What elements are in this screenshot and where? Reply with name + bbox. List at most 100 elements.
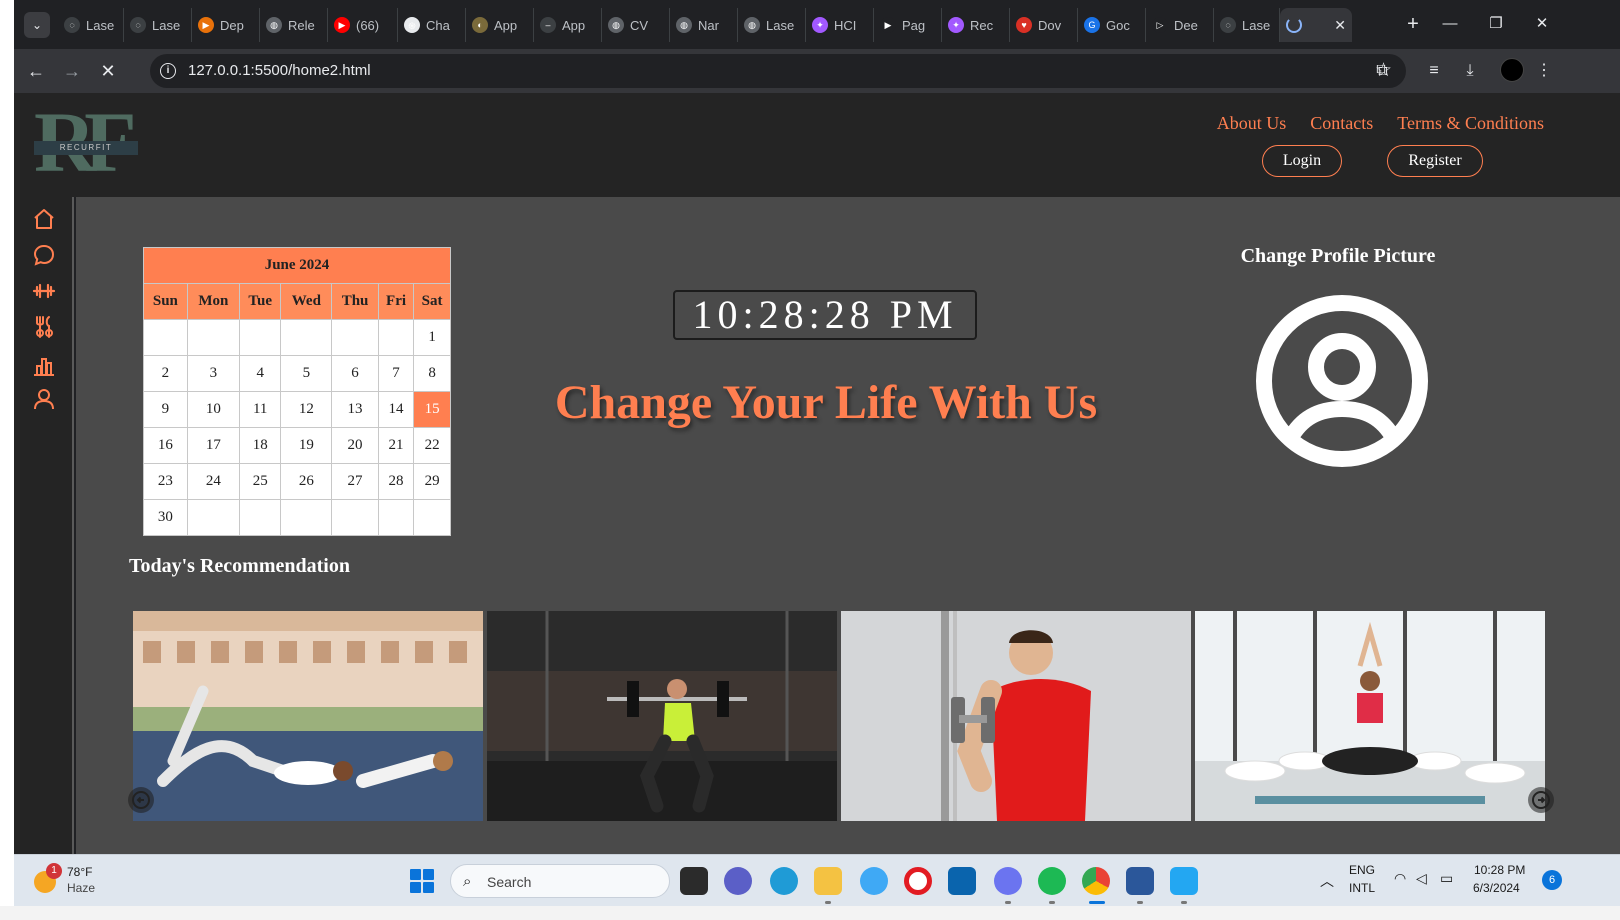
edge-icon[interactable]: [770, 867, 798, 895]
browser-tab[interactable]: ▶ Pag: [874, 8, 942, 42]
stop-loading-icon[interactable]: ✕: [94, 57, 122, 85]
extensions-icon[interactable]: ⧉: [1370, 59, 1394, 83]
carousel-next-button[interactable]: [1528, 787, 1554, 813]
calendar-day-cell[interactable]: 4: [238, 355, 282, 392]
vscode-icon[interactable]: [1170, 867, 1198, 895]
dumbbell-icon[interactable]: [32, 279, 56, 303]
weather-widget[interactable]: 1 78°F Haze: [34, 863, 114, 899]
bar-chart-icon[interactable]: [32, 353, 56, 377]
calendar-day-cell[interactable]: 26: [280, 463, 333, 500]
volume-icon[interactable]: ◁: [1416, 870, 1427, 887]
nav-about-us[interactable]: About Us: [1217, 113, 1287, 134]
profile-picture-avatar-icon[interactable]: [1254, 293, 1430, 469]
carousel-prev-button[interactable]: [128, 787, 154, 813]
site-info-icon[interactable]: i: [160, 63, 176, 79]
calendar-day-cell[interactable]: 18: [238, 427, 282, 464]
battery-icon[interactable]: ▭: [1440, 870, 1453, 887]
calendar-day-cell[interactable]: 17: [186, 427, 240, 464]
opera-icon[interactable]: [904, 867, 932, 895]
calendar-day-cell[interactable]: 12: [280, 391, 333, 428]
calendar-day-cell[interactable]: 25: [238, 463, 282, 500]
calendar-day-cell[interactable]: 7: [377, 355, 415, 392]
browser-tab[interactable]: ◍ Lase: [738, 8, 806, 42]
calendar-day-cell[interactable]: 29: [413, 463, 451, 500]
browser-tab[interactable]: ◍ CV: [602, 8, 670, 42]
close-window-button[interactable]: ✕: [1522, 10, 1562, 38]
taskbar-search[interactable]: ⌕ Search: [450, 864, 670, 898]
home-icon[interactable]: [32, 207, 56, 231]
calendar-day-cell[interactable]: 30: [143, 499, 188, 536]
browser-tab[interactable]: ✦ HCI: [806, 8, 874, 42]
calendar-day-cell[interactable]: 6: [331, 355, 379, 392]
browser-tab[interactable]: ◌ Lase: [124, 8, 192, 42]
tray-chevron-icon[interactable]: ︿: [1320, 871, 1334, 891]
calendar-day-cell[interactable]: 2: [143, 355, 188, 392]
word-icon[interactable]: [1126, 867, 1154, 895]
file-explorer-icon[interactable]: [814, 867, 842, 895]
teams-chat-icon[interactable]: [724, 867, 752, 895]
browser-tab[interactable]: ◍ Rele: [260, 8, 328, 42]
rec-card-outdoor-abs[interactable]: [133, 611, 483, 821]
windows-start-icon[interactable]: [410, 869, 434, 893]
back-icon[interactable]: ←: [22, 57, 50, 85]
active-browser-tab[interactable]: ✕: [1280, 8, 1352, 42]
calendar-day-cell[interactable]: 28: [377, 463, 415, 500]
calendar-day-cell[interactable]: 23: [143, 463, 188, 500]
calendar-day-cell[interactable]: 24: [186, 463, 240, 500]
restore-button[interactable]: ❐: [1476, 10, 1516, 38]
download-icon[interactable]: ⤓: [1458, 59, 1482, 83]
register-button[interactable]: Register: [1387, 145, 1483, 177]
rec-card-barbell-squat[interactable]: [487, 611, 837, 821]
fork-knife-icon[interactable]: [32, 315, 56, 339]
taskbar-time[interactable]: 10:28 PM: [1474, 863, 1525, 877]
calendar-day-cell[interactable]: 19: [280, 427, 333, 464]
rec-card-yoga-class[interactable]: [1195, 611, 1545, 821]
browser-tab[interactable]: ◐ App: [466, 8, 534, 42]
recurfit-logo[interactable]: RF RECURFIT: [34, 99, 146, 185]
task-view-icon[interactable]: [680, 867, 708, 895]
wifi-icon[interactable]: ◠: [1394, 870, 1406, 887]
browser-tab[interactable]: ◌ Lase: [58, 8, 124, 42]
earth-app-icon[interactable]: [860, 867, 888, 895]
address-bar[interactable]: i 127.0.0.1:5500/home2.html ☆: [150, 54, 1406, 88]
language-top[interactable]: ENG: [1349, 863, 1375, 877]
mail-icon[interactable]: [948, 867, 976, 895]
browser-tab[interactable]: ▶ Dep: [192, 8, 260, 42]
calendar-day-cell[interactable]: 20: [331, 427, 379, 464]
browser-tab[interactable]: ‒ App: [534, 8, 602, 42]
browser-tab[interactable]: ▷ Dee: [1146, 8, 1214, 42]
calendar-day-cell[interactable]: 11: [238, 391, 282, 428]
new-tab-button[interactable]: +: [1400, 12, 1426, 38]
close-tab-icon[interactable]: ✕: [1334, 17, 1346, 34]
calendar-day-cell[interactable]: 22: [413, 427, 451, 464]
calendar-day-cell[interactable]: 9: [143, 391, 188, 428]
calendar-day-cell[interactable]: 1: [413, 319, 451, 356]
calendar-day-cell[interactable]: 5: [280, 355, 333, 392]
profile-avatar[interactable]: [1500, 58, 1524, 82]
nav-terms-conditions[interactable]: Terms & Conditions: [1397, 113, 1544, 134]
media-controls-icon[interactable]: ≡: [1422, 59, 1446, 83]
user-icon[interactable]: [32, 387, 56, 411]
notification-count-badge[interactable]: 6: [1542, 870, 1562, 890]
forward-icon[interactable]: →: [58, 57, 86, 85]
calendar-day-cell[interactable]: 21: [377, 427, 415, 464]
login-button[interactable]: Login: [1262, 145, 1342, 177]
rec-card-dumbbell-curl[interactable]: [841, 611, 1191, 821]
browser-tab[interactable]: ◍ Nar: [670, 8, 738, 42]
calendar-day-cell[interactable]: 16: [143, 427, 188, 464]
browser-tab[interactable]: G Goc: [1078, 8, 1146, 42]
calendar-day-cell[interactable]: 13: [331, 391, 379, 428]
calendar-day-cell[interactable]: 10: [186, 391, 240, 428]
menu-kebab-icon[interactable]: ⋮: [1532, 59, 1556, 83]
browser-tab[interactable]: ֍ Cha: [398, 8, 466, 42]
browser-tab[interactable]: ◌ Lase: [1214, 8, 1280, 42]
taskbar-date[interactable]: 6/3/2024: [1473, 881, 1520, 895]
tab-search-button[interactable]: ⌄: [24, 12, 50, 38]
language-bottom[interactable]: INTL: [1349, 881, 1375, 895]
chat-icon[interactable]: [32, 243, 56, 267]
browser-tab[interactable]: ✦ Rec: [942, 8, 1010, 42]
chrome-icon[interactable]: [1082, 867, 1110, 895]
browser-tab[interactable]: ▶ (66): [328, 8, 398, 42]
calendar-day-cell[interactable]: 3: [186, 355, 240, 392]
minimize-button[interactable]: ―: [1430, 10, 1470, 38]
